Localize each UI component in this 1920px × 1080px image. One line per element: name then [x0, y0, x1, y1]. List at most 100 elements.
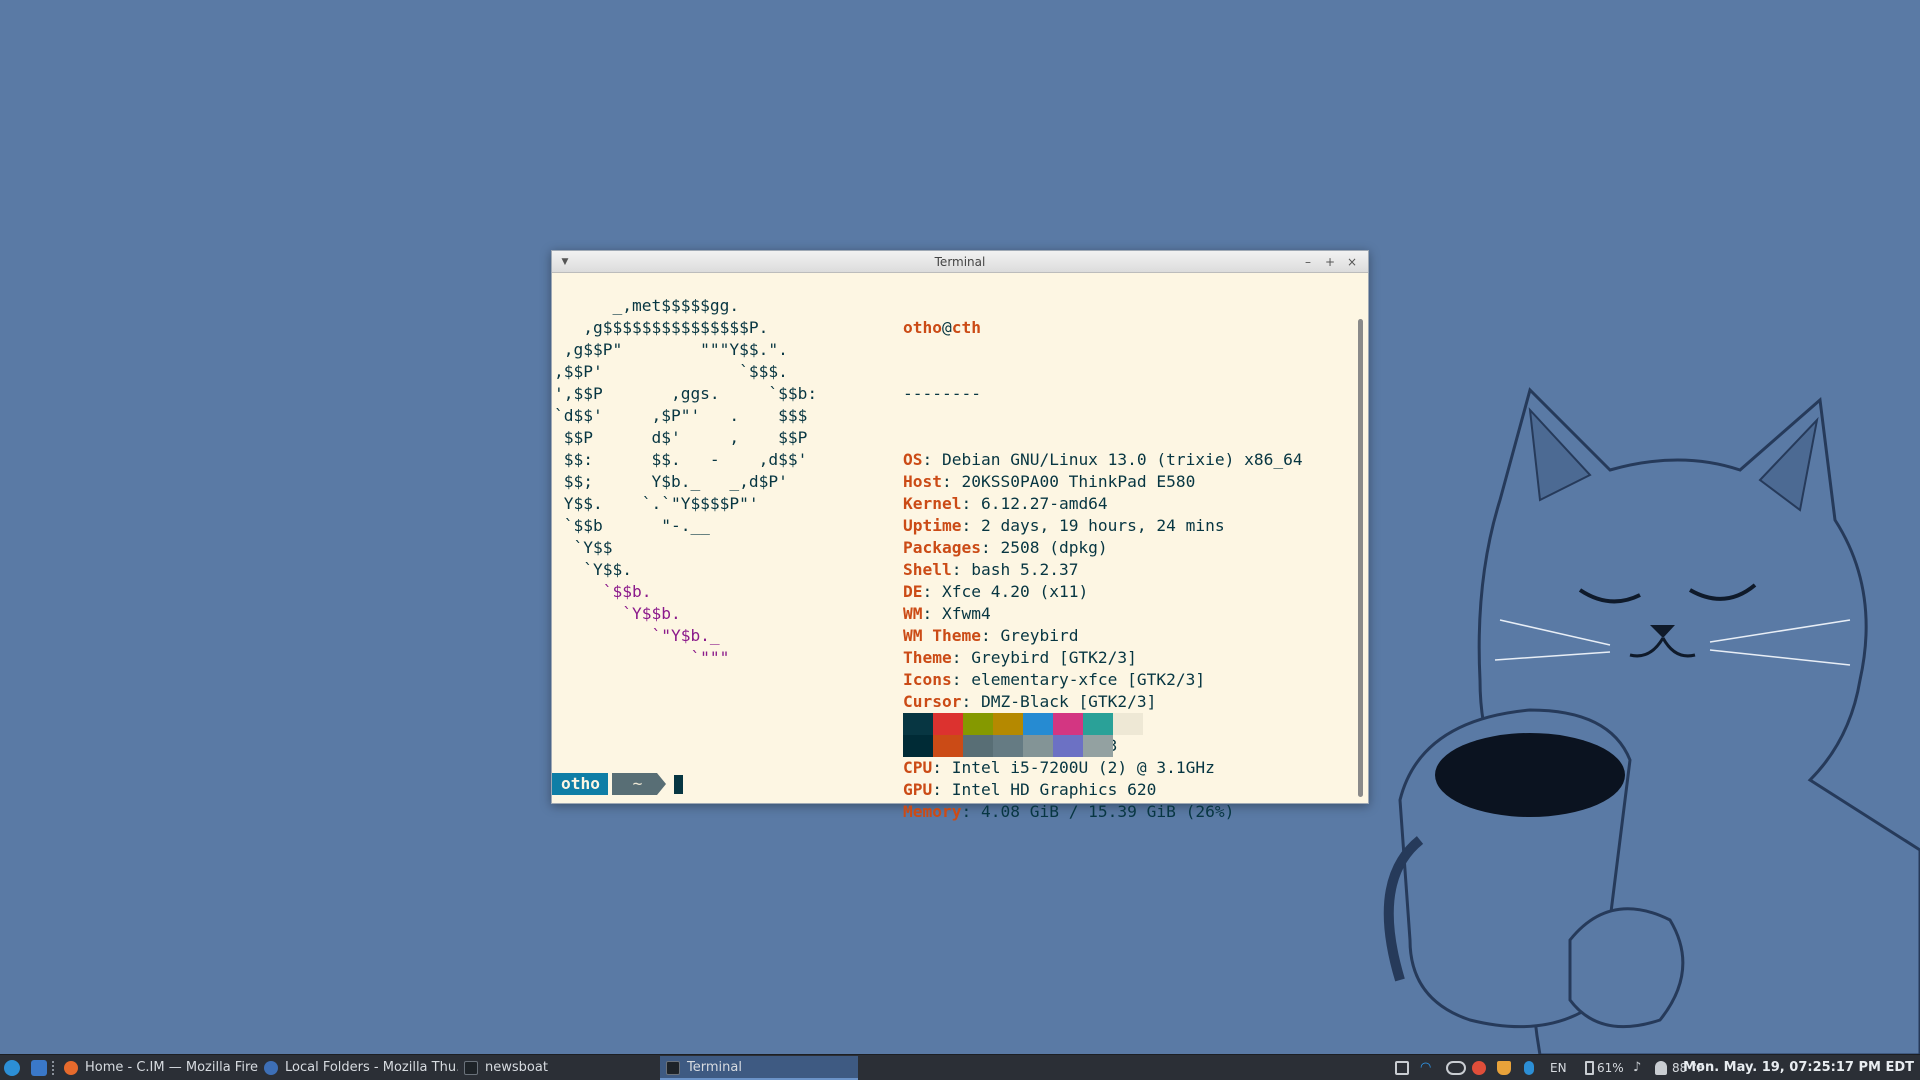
palette-swatch: [1083, 713, 1113, 735]
neofetch-sysinfo: otho@cth -------- OS: Debian GNU/Linux 1…: [903, 273, 1303, 867]
keyboard-layout[interactable]: EN: [1550, 1055, 1567, 1080]
task-thunderbird[interactable]: Local Folders - Mozilla Thu…: [258, 1056, 458, 1080]
text-cursor: [674, 775, 683, 794]
window-title: Terminal: [934, 255, 986, 269]
sysinfo-line: Cursor: DMZ-Black [GTK2/3]: [903, 691, 1303, 713]
ascii-logo-line: `$$b "-.__: [554, 516, 710, 535]
sysinfo-colon: :: [932, 780, 952, 799]
ascii-logo-line: `Y$$b.: [554, 604, 681, 623]
terminal-scrollbar[interactable]: [1354, 273, 1368, 803]
wifi-icon[interactable]: ◠: [1420, 1061, 1434, 1075]
tomato-timer-icon[interactable]: [1472, 1061, 1486, 1075]
sysinfo-line: WM: Xfwm4: [903, 603, 1303, 625]
sysinfo-colon: :: [922, 582, 942, 601]
sysinfo-key: Icons: [903, 670, 952, 689]
sysinfo-value: Greybird [GTK2/3]: [971, 648, 1137, 667]
sysinfo-key: Kernel: [903, 494, 962, 513]
sysinfo-value: 2508 (dpkg): [1000, 538, 1108, 557]
task-label: Home - C.IM — Mozilla Fire…: [85, 1060, 258, 1075]
minimize-button[interactable]: –: [1300, 254, 1316, 270]
user-host-line: otho@cth: [903, 317, 1303, 339]
sysinfo-colon: :: [951, 648, 972, 667]
scrollbar-thumb[interactable]: [1358, 319, 1363, 797]
sysinfo-line: Host: 20KSS0PA00 ThinkPad E580: [903, 471, 1303, 493]
at-sign: @: [941, 318, 952, 337]
sysinfo-line: Uptime: 2 days, 19 hours, 24 mins: [903, 515, 1303, 537]
update-notifier-icon[interactable]: [1497, 1061, 1511, 1075]
whisker-menu-icon[interactable]: [4, 1060, 20, 1076]
window-titlebar[interactable]: ▼ Terminal – + ×: [552, 251, 1368, 273]
audio-muted-icon[interactable]: ♪: [1633, 1061, 1647, 1075]
ascii-logo-line: `$$b.: [554, 582, 652, 601]
sysinfo-key: WM Theme: [903, 626, 981, 645]
sysinfo-value: 4.08 GiB / 15.39 GiB (26%): [980, 802, 1235, 821]
taskbar-handle[interactable]: [52, 1061, 55, 1075]
prompt-user-segment: otho: [552, 773, 608, 795]
sysinfo-colon: :: [961, 494, 981, 513]
sysinfo-fields: OS: Debian GNU/Linux 13.0 (trixie) x86_6…: [903, 449, 1303, 823]
sysinfo-value: Xfwm4: [942, 604, 991, 623]
clock[interactable]: Mon. May. 19, 07:25:17 PM EDT: [1683, 1055, 1914, 1080]
maximize-button[interactable]: +: [1322, 254, 1338, 270]
sysinfo-key: Host: [903, 472, 942, 491]
sysinfo-line: OS: Debian GNU/Linux 13.0 (trixie) x86_6…: [903, 449, 1303, 471]
sysinfo-value: Greybird: [1000, 626, 1079, 645]
weather-icon[interactable]: [1655, 1061, 1667, 1075]
palette-swatch: [1053, 713, 1083, 735]
battery-icon[interactable]: [1585, 1061, 1594, 1075]
sysinfo-value: Debian GNU/Linux 13.0 (trixie) x86_64: [942, 450, 1303, 469]
task-terminal[interactable]: Terminal: [660, 1056, 858, 1080]
sysinfo-key: Packages: [903, 538, 981, 557]
sysinfo-line: Packages: 2508 (dpkg): [903, 537, 1303, 559]
battery-percent[interactable]: 61%: [1597, 1055, 1624, 1080]
sysinfo-value: Xfce 4.20 (x11): [942, 582, 1089, 601]
sysinfo-key: CPU: [903, 758, 933, 777]
task-newsboat[interactable]: newsboat: [458, 1056, 658, 1080]
terminal-output[interactable]: _,met$$$$$gg. ,g$$$$$$$$$$$$$$$P. ,g$$P"…: [552, 273, 1354, 821]
cloud-sync-icon[interactable]: [1446, 1061, 1466, 1075]
sysinfo-line: CPU: Intel i5-7200U (2) @ 3.1GHz: [903, 757, 1303, 779]
sysinfo-value: bash 5.2.37: [971, 560, 1079, 579]
hostname: cth: [951, 318, 981, 337]
sysinfo-line: Kernel: 6.12.27-amd64: [903, 493, 1303, 515]
sysinfo-line: WM Theme: Greybird: [903, 625, 1303, 647]
palette-swatch: [963, 735, 993, 757]
sysinfo-colon: :: [951, 670, 972, 689]
sysinfo-value: 2 days, 19 hours, 24 mins: [980, 516, 1225, 535]
ascii-logo-line: `""": [554, 648, 730, 667]
sysinfo-line: DE: Xfce 4.20 (x11): [903, 581, 1303, 603]
sysinfo-colon: :: [980, 538, 1001, 557]
ascii-logo-line: ,g$$$$$$$$$$$$$$$P.: [554, 318, 769, 337]
color-palette: [903, 713, 1143, 757]
ascii-logo-line: $$P d$' , $$P: [554, 428, 808, 447]
palette-swatch: [1023, 713, 1053, 735]
task-firefox[interactable]: Home - C.IM — Mozilla Fire…: [58, 1056, 258, 1080]
sysinfo-line: Icons: elementary-xfce [GTK2/3]: [903, 669, 1303, 691]
palette-swatch: [1113, 713, 1143, 735]
taskbar: Home - C.IM — Mozilla Fire… Local Folder…: [0, 1054, 1920, 1080]
sysinfo-value: 6.12.27-amd64: [980, 494, 1108, 513]
sysinfo-colon: :: [961, 692, 981, 711]
terminal-icon: [666, 1061, 680, 1075]
ascii-logo-line: `"Y$b._: [554, 626, 720, 645]
debian-ascii-logo: _,met$$$$$gg. ,g$$$$$$$$$$$$$$$P. ,g$$P"…: [554, 295, 817, 669]
sysinfo-value: DMZ-Black [GTK2/3]: [980, 692, 1157, 711]
sysinfo-line: Shell: bash 5.2.37: [903, 559, 1303, 581]
sysinfo-colon: :: [922, 604, 942, 623]
sysinfo-key: Shell: [903, 560, 952, 579]
sysinfo-key: GPU: [903, 780, 933, 799]
clipboard-icon[interactable]: [1395, 1061, 1409, 1075]
palette-swatch: [933, 713, 963, 735]
sysinfo-colon: :: [980, 626, 1001, 645]
terminal-window[interactable]: ▼ Terminal – + × _,met$$$$$gg. ,g$$$$$$$…: [551, 250, 1369, 821]
show-desktop-icon[interactable]: [31, 1060, 47, 1076]
sysinfo-key: Theme: [903, 648, 952, 667]
close-button[interactable]: ×: [1344, 254, 1360, 270]
sysinfo-line: Theme: Greybird [GTK2/3]: [903, 647, 1303, 669]
sysinfo-value: 20KSS0PA00 ThinkPad E580: [961, 472, 1196, 491]
task-label: Local Folders - Mozilla Thu…: [285, 1060, 458, 1075]
bluetooth-icon[interactable]: [1524, 1061, 1534, 1075]
sysinfo-key: Cursor: [903, 692, 962, 711]
wallpaper-cat-illustration: [1383, 387, 1920, 1055]
sysinfo-colon: :: [941, 472, 962, 491]
